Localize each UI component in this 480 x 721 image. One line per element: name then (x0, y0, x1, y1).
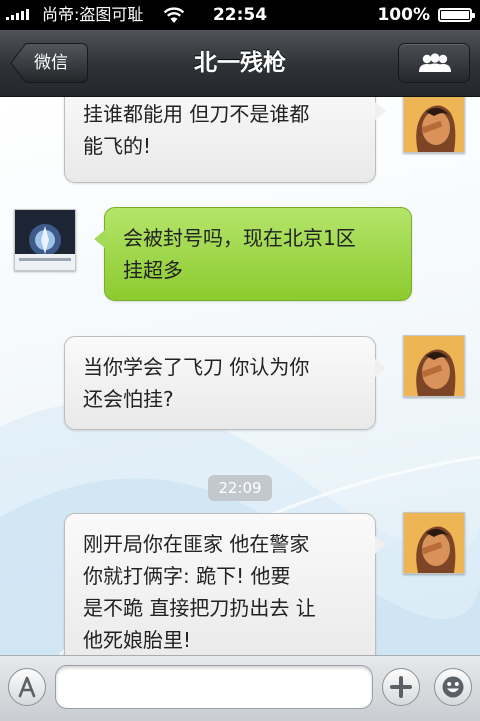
navigation-bar: 微信 北一残枪 (0, 30, 480, 97)
message-bubble-incoming[interactable]: 会被封号吗，现在北京1区 挂超多 (94, 207, 412, 301)
avatar-contact[interactable] (14, 209, 76, 271)
battery-icon (438, 8, 475, 22)
chat-area[interactable]: 挂谁都能用 但刀不是谁都 能飞的! 会被封号吗，现在北京1区 挂超多 当你学会了… (0, 97, 480, 655)
contacts-icon (419, 53, 451, 72)
message-text: 刚开局你在匪家 他在警家 你就打俩字: 跪下! 他要 是不跪 直接把刀扔出去 让… (83, 532, 316, 652)
avatar-self[interactable] (403, 512, 465, 574)
status-bar: 尚帝:盗图可耻 22:54 100% (0, 0, 480, 30)
keyboard-a-icon (18, 676, 36, 698)
chat-info-button[interactable] (398, 43, 470, 83)
avatar-self[interactable] (403, 335, 465, 397)
message-text: 会被封号吗，现在北京1区 挂超多 (123, 226, 356, 282)
input-bar (0, 655, 480, 721)
battery-percentage: 100% (377, 5, 430, 25)
message-input[interactable] (55, 665, 373, 709)
message-bubble-outgoing[interactable]: 挂谁都能用 但刀不是谁都 能飞的! (64, 97, 386, 183)
keyboard-toggle-button[interactable] (8, 668, 46, 706)
emoji-button[interactable] (434, 668, 472, 706)
plus-icon (390, 676, 412, 698)
message-bubble-outgoing[interactable]: 当你学会了飞刀 你认为你 还会怕挂? (64, 336, 386, 430)
message-bubble-outgoing[interactable]: 刚开局你在匪家 他在警家 你就打俩字: 跪下! 他要 是不跪 直接把刀扔出去 让… (64, 513, 386, 655)
message-text: 挂谁都能用 但刀不是谁都 能飞的! (83, 102, 310, 158)
message-timestamp: 22:09 (208, 475, 272, 501)
attach-button[interactable] (382, 668, 420, 706)
smiley-icon (442, 676, 464, 698)
avatar-self[interactable] (403, 97, 465, 153)
message-text: 当你学会了飞刀 你认为你 还会怕挂? (83, 355, 310, 411)
